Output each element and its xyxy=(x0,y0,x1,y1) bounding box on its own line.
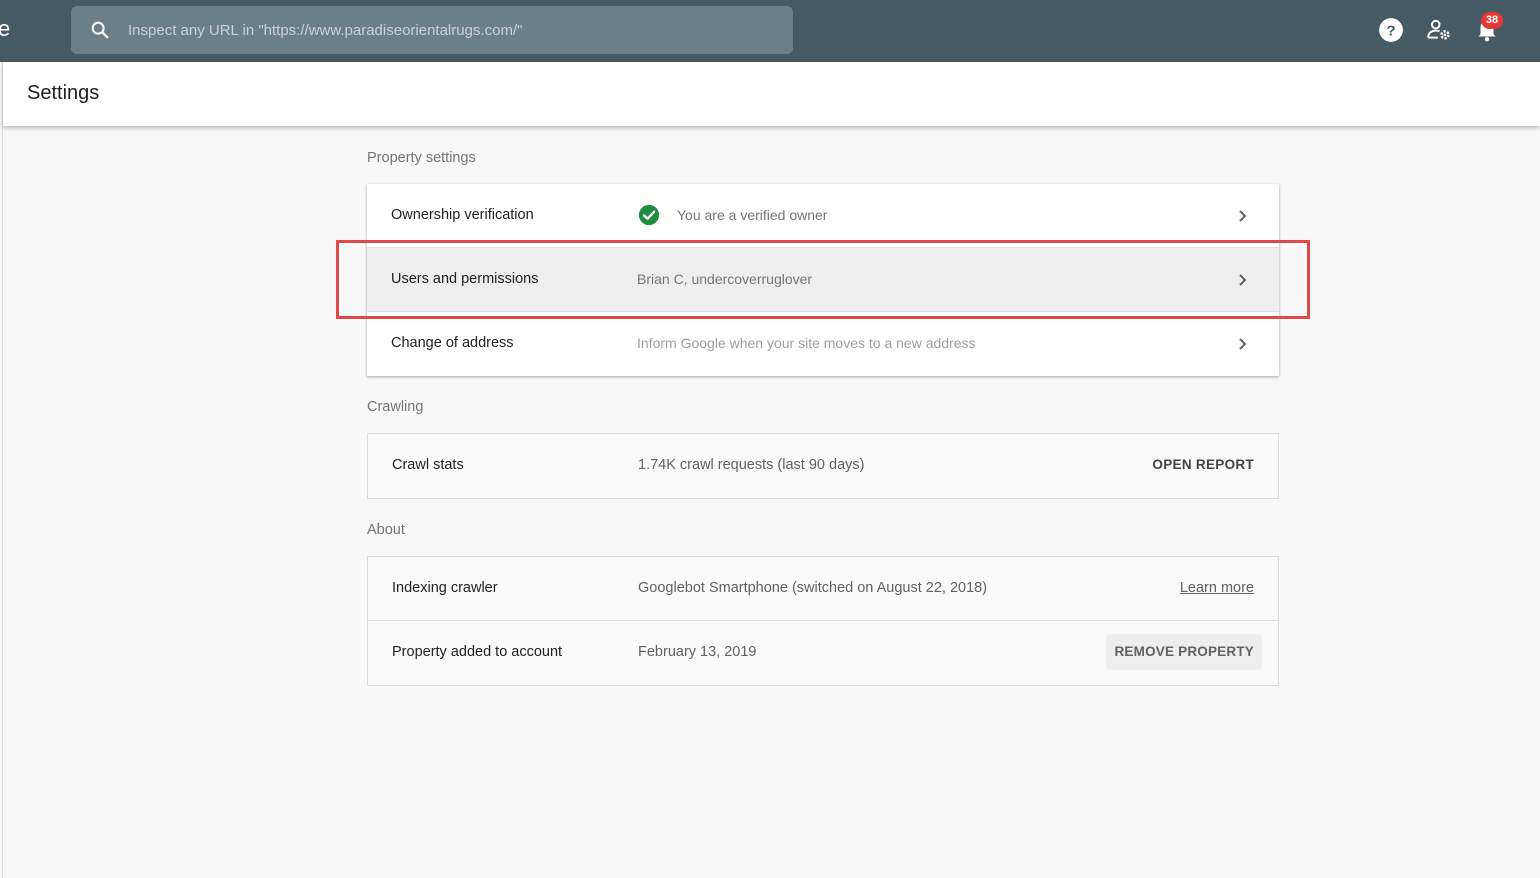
url-inspection-search[interactable] xyxy=(71,6,793,54)
top-app-bar: e ? 38 xyxy=(0,0,1540,62)
crawl-stats-row: Crawl stats 1.74K crawl requests (last 9… xyxy=(368,434,1278,498)
row-value: You are a verified owner xyxy=(677,207,828,223)
url-inspection-input[interactable] xyxy=(128,6,768,54)
row-label: Property added to account xyxy=(392,644,563,660)
open-report-button[interactable]: OPEN REPORT xyxy=(1152,457,1254,472)
property-added-row: Property added to account February 13, 2… xyxy=(368,621,1278,685)
users-and-permissions-row[interactable]: Users and permissions Brian C, undercove… xyxy=(367,248,1279,312)
change-of-address-row[interactable]: Change of address Inform Google when you… xyxy=(367,312,1279,376)
help-icon[interactable]: ? xyxy=(1378,17,1404,43)
admin-settings-icon[interactable] xyxy=(1426,17,1452,43)
row-label: Indexing crawler xyxy=(392,580,498,596)
about-card: Indexing crawler Googlebot Smartphone (s… xyxy=(367,556,1279,686)
row-value: February 13, 2019 xyxy=(638,644,757,660)
section-label-crawling: Crawling xyxy=(367,399,424,415)
notification-count-badge: 38 xyxy=(1481,12,1503,29)
row-label: Users and permissions xyxy=(391,271,539,287)
section-label-property-settings: Property settings xyxy=(367,150,476,166)
search-icon xyxy=(91,21,109,39)
row-value: Googlebot Smartphone (switched on August… xyxy=(638,580,988,596)
row-label: Crawl stats xyxy=(392,457,464,473)
row-label: Ownership verification xyxy=(391,207,534,223)
property-settings-card: Ownership verification You are a verifie… xyxy=(367,184,1279,376)
left-divider xyxy=(2,62,3,878)
indexing-crawler-row: Indexing crawler Googlebot Smartphone (s… xyxy=(368,557,1278,621)
page-title: Settings xyxy=(27,82,100,104)
ownership-verification-row[interactable]: Ownership verification You are a verifie… xyxy=(367,184,1279,248)
crawling-card: Crawl stats 1.74K crawl requests (last 9… xyxy=(367,433,1279,499)
row-value: Brian C, undercoverruglover xyxy=(637,271,813,287)
row-value: Inform Google when your site moves to a … xyxy=(637,335,976,351)
page-header: Settings xyxy=(3,62,1540,126)
check-circle-icon xyxy=(638,204,660,226)
row-label: Change of address xyxy=(391,335,514,351)
learn-more-link[interactable]: Learn more xyxy=(1180,580,1254,596)
product-name-fragment: e xyxy=(0,16,11,41)
remove-property-button[interactable]: REMOVE PROPERTY xyxy=(1106,634,1262,670)
svg-text:?: ? xyxy=(1386,22,1395,39)
row-value: 1.74K crawl requests (last 90 days) xyxy=(638,457,865,473)
chevron-right-icon xyxy=(1239,210,1247,222)
chevron-right-icon xyxy=(1239,274,1247,286)
chevron-right-icon xyxy=(1239,338,1247,350)
section-label-about: About xyxy=(367,522,405,538)
